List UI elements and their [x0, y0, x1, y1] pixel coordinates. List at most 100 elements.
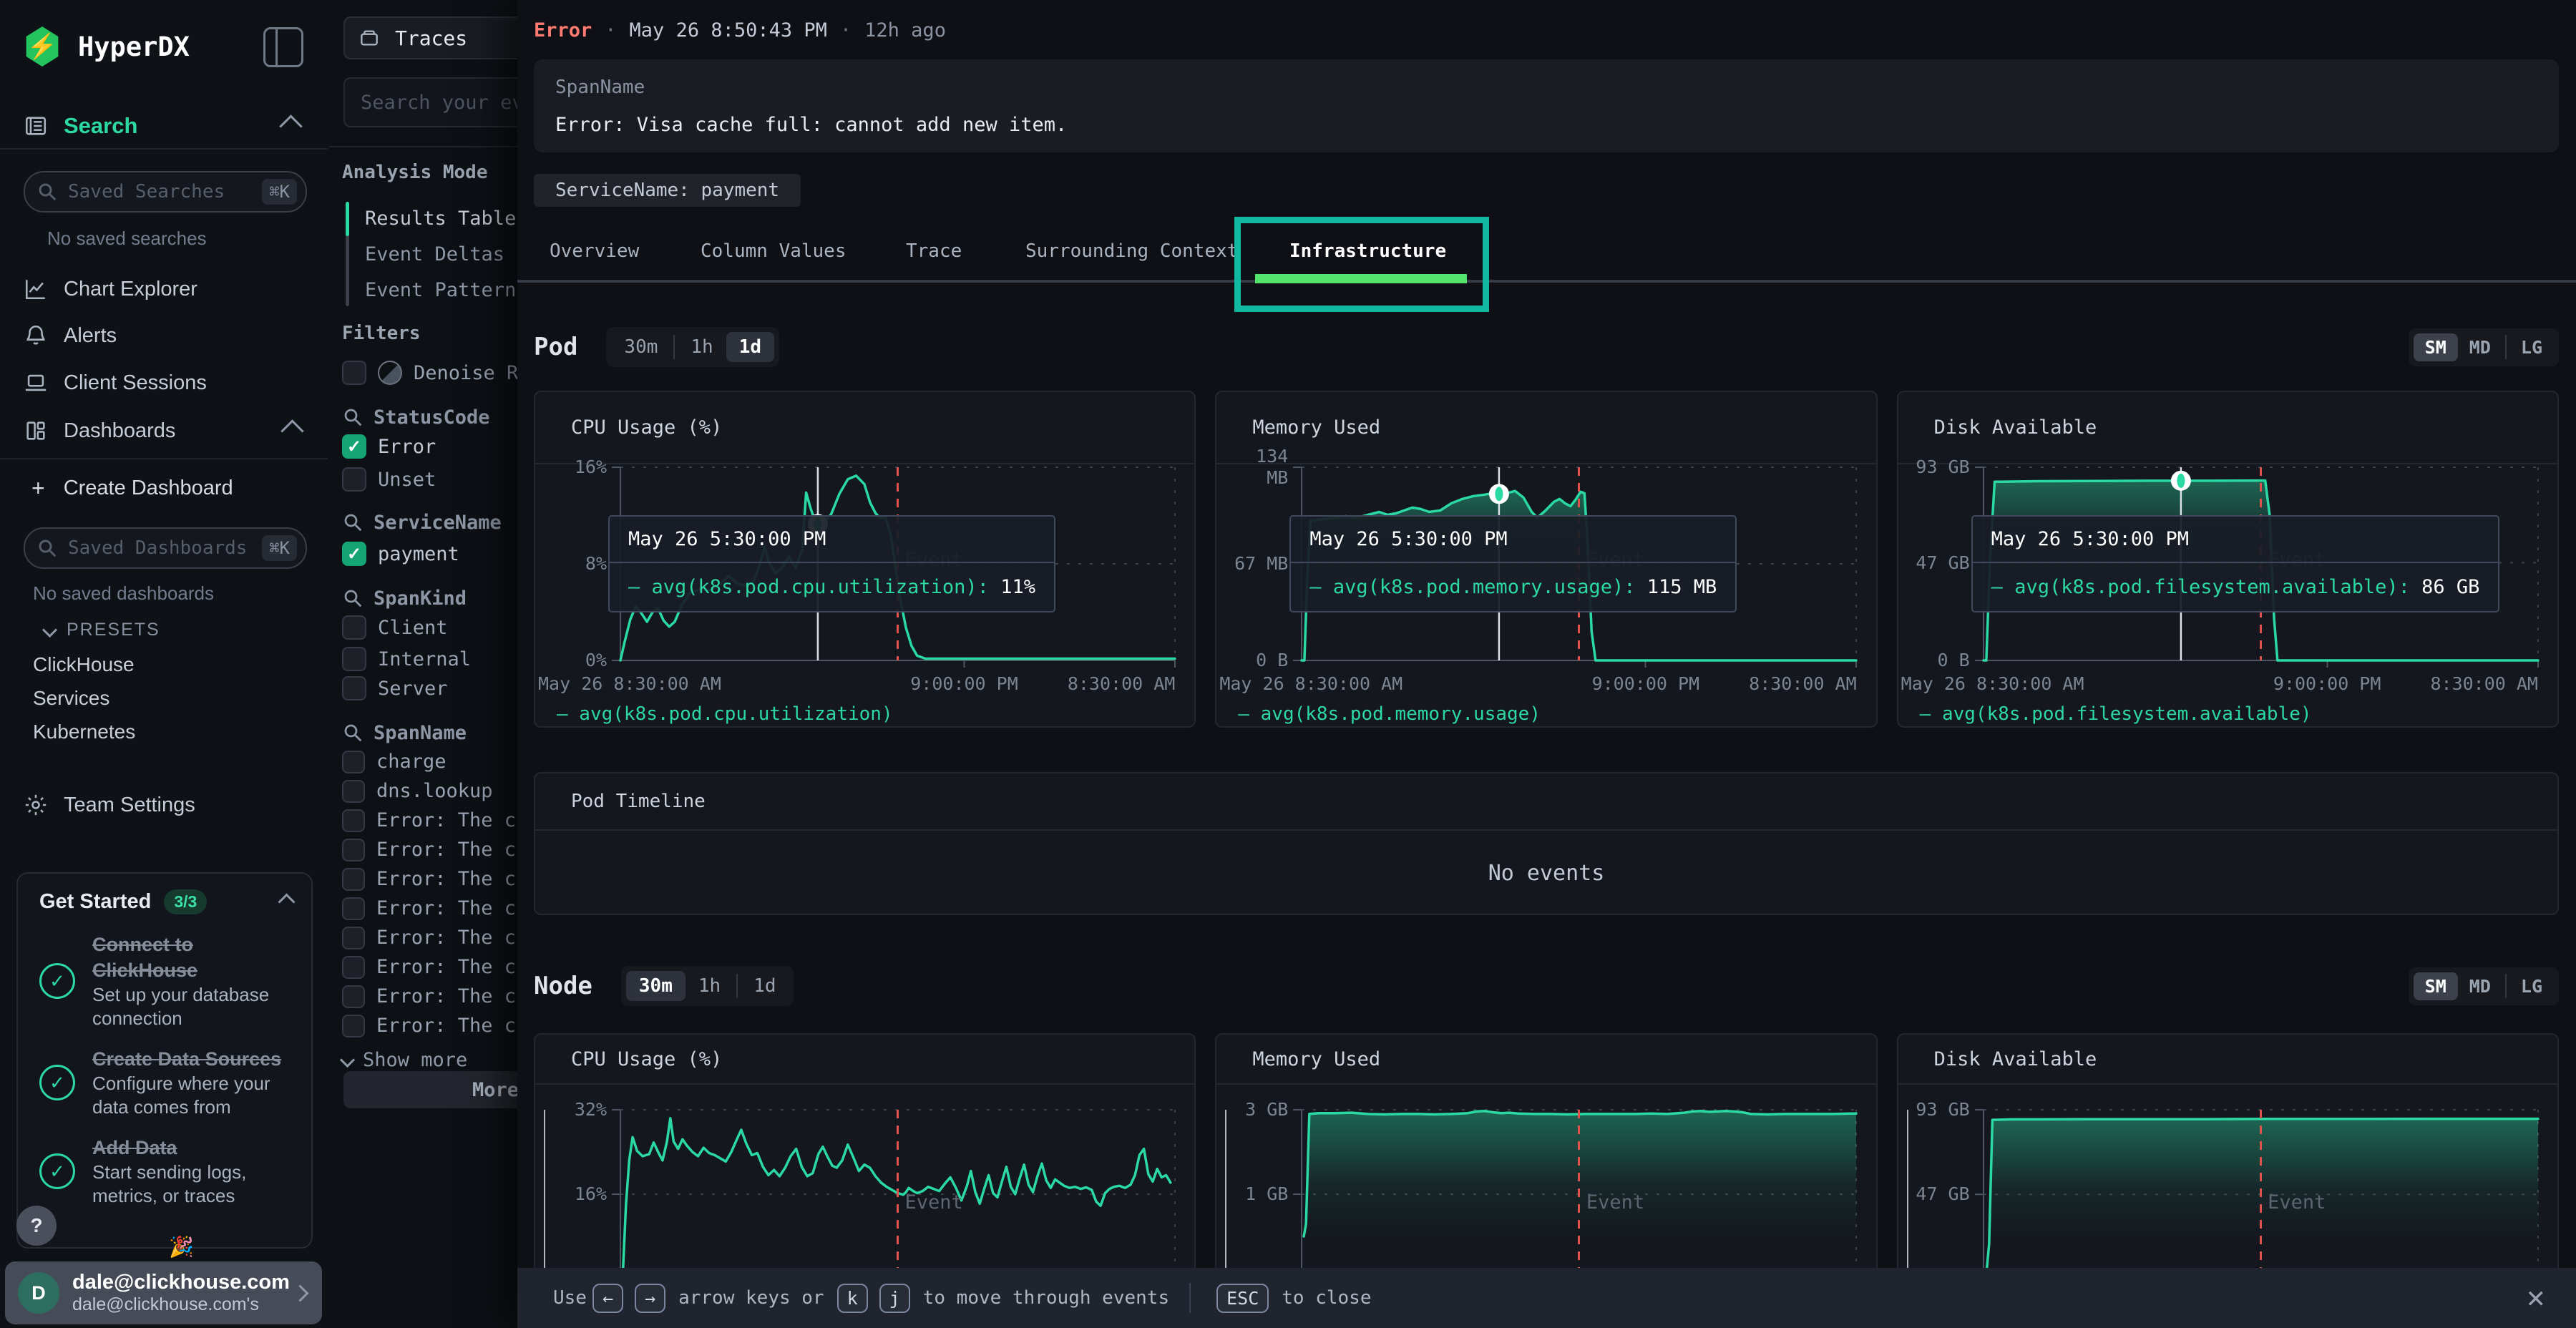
sidebar-item-client-sessions[interactable]: Client Sessions: [0, 360, 329, 406]
sidebar-item-kubernetes[interactable]: Kubernetes: [33, 721, 135, 743]
show-more-button[interactable]: Show more: [342, 1045, 467, 1075]
checkbox-unchecked[interactable]: [342, 647, 366, 671]
j-key[interactable]: j: [879, 1284, 910, 1313]
filter-option-label: Error: The cr: [376, 839, 527, 861]
tab-infrastructure[interactable]: Infrastructure: [1289, 222, 1446, 280]
saved-dashboards-input[interactable]: ⌘K: [24, 527, 307, 569]
filter-option-payment[interactable]: ✓ payment: [342, 537, 459, 570]
collapse-sidebar-icon[interactable]: [263, 27, 303, 67]
service-name-chip[interactable]: ServiceName: payment: [534, 174, 801, 207]
event-detail-panel: Error · May 26 8:50:43 PM · 12h ago Span…: [517, 0, 2576, 1328]
mode-results-table[interactable]: Results Table: [342, 200, 514, 236]
sidebar-item-search[interactable]: Search: [0, 104, 329, 148]
presets-toggle[interactable]: PRESETS: [44, 620, 160, 640]
checkbox-unchecked[interactable]: [342, 1015, 365, 1038]
range-1d[interactable]: 1d: [741, 971, 789, 1001]
checkbox-unchecked[interactable]: [342, 839, 365, 861]
checkbox-unchecked[interactable]: [342, 467, 366, 492]
y-axis-tick: 16%: [535, 1183, 607, 1205]
checkbox-unchecked[interactable]: [342, 615, 366, 640]
checkbox-unchecked[interactable]: [342, 956, 365, 979]
range-30m[interactable]: 30m: [611, 332, 670, 362]
filter-option-server[interactable]: Server: [342, 672, 448, 705]
checkbox-unchecked[interactable]: [342, 751, 365, 773]
y-axis-tick: 0 B: [1216, 650, 1288, 671]
checkbox-unchecked[interactable]: [342, 809, 365, 832]
range-1h[interactable]: 1h: [678, 332, 726, 362]
filter-option-client[interactable]: Client: [342, 611, 448, 644]
size-lg[interactable]: LG: [2509, 333, 2554, 361]
size-sm[interactable]: SM: [2414, 333, 2458, 361]
get-started-header[interactable]: Get Started 3/3: [18, 874, 311, 922]
checkbox-checked[interactable]: ✓: [342, 542, 366, 566]
esc-key[interactable]: ESC: [1216, 1284, 1269, 1313]
pod-timeline-header: Pod Timeline: [535, 773, 2557, 831]
saved-searches-field[interactable]: [67, 180, 262, 203]
saved-dashboards-field[interactable]: [67, 537, 262, 560]
close-icon[interactable]: ✕: [2526, 1285, 2547, 1314]
filter-option-label: dns.lookup: [376, 780, 493, 802]
relative-time: 12h ago: [864, 19, 946, 42]
size-lg[interactable]: LG: [2509, 972, 2554, 1000]
sidebar-item-clickhouse[interactable]: ClickHouse: [33, 653, 135, 676]
filter-option-error[interactable]: ✓ Error: [342, 430, 436, 463]
range-1h[interactable]: 1h: [686, 971, 733, 1001]
k-key[interactable]: k: [837, 1284, 868, 1313]
filter-option-internal[interactable]: Internal: [342, 643, 471, 675]
left-arrow-key[interactable]: ←: [592, 1284, 623, 1313]
search-icon: [342, 406, 364, 428]
presets-label: PRESETS: [67, 620, 160, 640]
checkbox-unchecked[interactable]: [342, 361, 366, 385]
search-icon: [36, 181, 58, 202]
pod-memory-chart[interactable]: Memory Used134MB67 MB0 BMay 26 8:30:00 A…: [1215, 391, 1877, 728]
size-md[interactable]: MD: [2458, 333, 2502, 361]
mode-event-patterns[interactable]: Event Patterns: [342, 272, 514, 308]
checkbox-unchecked[interactable]: [342, 897, 365, 920]
create-dashboard-button[interactable]: + Create Dashboard: [0, 467, 329, 509]
sidebar-item-chart-explorer[interactable]: Chart Explorer: [0, 266, 329, 312]
get-started-item-subtitle: Start sending logs, metrics, or traces: [92, 1161, 293, 1208]
avatar: D: [18, 1272, 59, 1314]
sidebar-item-team-settings[interactable]: Team Settings: [0, 782, 329, 828]
checkbox-unchecked[interactable]: [342, 780, 365, 803]
denoise-filter[interactable]: Denoise Re: [342, 356, 530, 389]
x-axis-tick: 9:00:00 PM: [1592, 673, 1700, 694]
tab-trace[interactable]: Trace: [906, 222, 962, 280]
sidebar-item-dashboards[interactable]: Dashboards: [0, 408, 329, 454]
tab-overview[interactable]: Overview: [550, 222, 639, 280]
pod-section-title: Pod: [534, 333, 577, 361]
saved-searches-input[interactable]: ⌘K: [24, 171, 307, 213]
size-sm[interactable]: SM: [2414, 972, 2458, 1000]
checkbox-unchecked[interactable]: [342, 985, 365, 1008]
checkbox-unchecked[interactable]: [342, 868, 365, 891]
right-arrow-key[interactable]: →: [635, 1284, 665, 1313]
mode-event-deltas[interactable]: Event Deltas: [342, 236, 514, 272]
filter-option-label: Unset: [378, 469, 436, 491]
x-axis-tick: 9:00:00 PM: [2273, 673, 2381, 694]
mode-rail: [346, 202, 349, 306]
event-navigation-footer: Use ← → arrow keys or k j to move throug…: [517, 1268, 2576, 1328]
size-md[interactable]: MD: [2458, 972, 2502, 1000]
pod-cpu-chart[interactable]: CPU Usage (%)16%8%0%May 26 8:30:00 AM9:0…: [534, 391, 1196, 728]
sidebar-item-services[interactable]: Services: [33, 687, 109, 710]
range-1d[interactable]: 1d: [726, 332, 774, 362]
pod-disk-chart[interactable]: Disk Available93 GB47 GB0 BMay 26 8:30:0…: [1897, 391, 2559, 728]
sidebar-item-label: Client Sessions: [64, 371, 207, 395]
event-marker-label: Event: [1586, 1191, 1644, 1214]
user-menu[interactable]: D dale@clickhouse.com dale@clickhouse.co…: [5, 1261, 322, 1324]
user-org: dale@clickhouse.com's: [72, 1294, 290, 1315]
sidebar-item-alerts[interactable]: Alerts: [0, 313, 329, 358]
range-30m[interactable]: 30m: [626, 971, 686, 1001]
filter-option-unset[interactable]: Unset: [342, 463, 436, 496]
span-name-label: SpanName: [555, 77, 2537, 98]
checkbox-checked[interactable]: ✓: [342, 434, 366, 459]
span-name-box: SpanName Error: Visa cache full: cannot …: [534, 59, 2559, 152]
tab-surrounding-context[interactable]: Surrounding Context: [1025, 222, 1238, 280]
checkbox-unchecked[interactable]: [342, 676, 366, 700]
filter-option-label: payment: [378, 543, 459, 565]
checkbox-unchecked[interactable]: [342, 927, 365, 949]
tab-column-values[interactable]: Column Values: [701, 222, 847, 280]
help-button[interactable]: ?: [16, 1206, 57, 1246]
footer-close-text: to close: [1282, 1287, 1371, 1309]
footer-use-text: Use: [553, 1287, 587, 1309]
